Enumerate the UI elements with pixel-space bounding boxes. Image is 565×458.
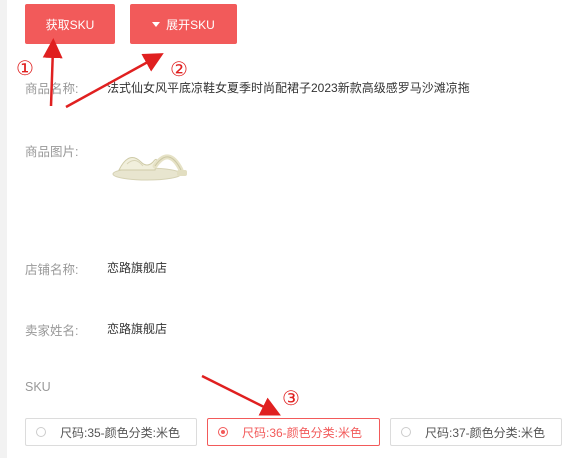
- annotation-marker-1: ①: [16, 56, 34, 80]
- arrow-3: [201, 374, 281, 416]
- arrow-2: [65, 53, 164, 109]
- arrow-1: [42, 38, 63, 107]
- annotation-marker-3: ③: [282, 386, 300, 410]
- annotation-marker-2: ②: [170, 57, 188, 81]
